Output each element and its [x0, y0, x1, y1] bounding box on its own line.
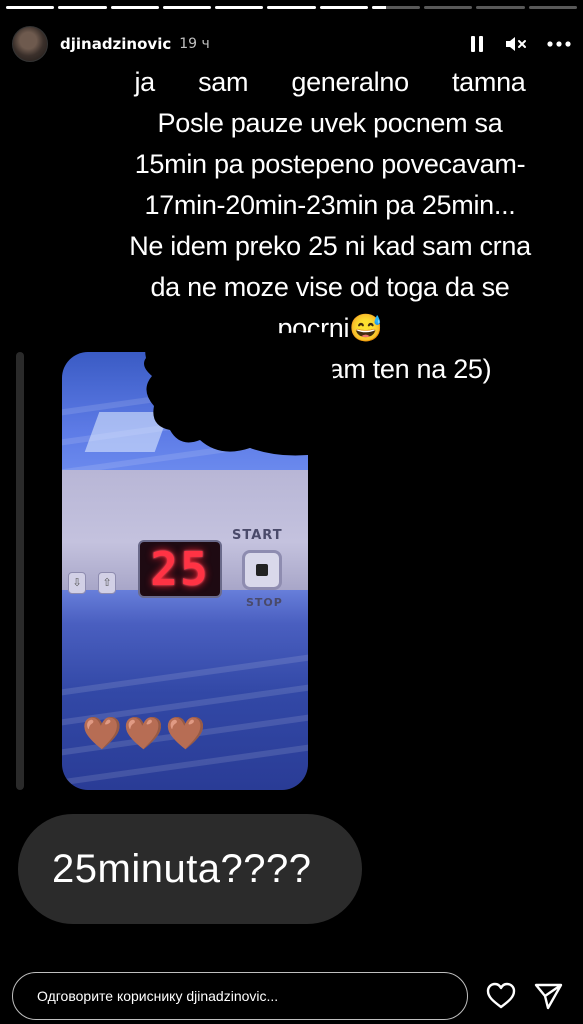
caption-line: Posle pauze uvek pocnem sa: [157, 108, 503, 138]
caption-line: ja sam generalno tamna: [134, 67, 526, 97]
progress-segment: [476, 6, 525, 9]
caption-bubble-sticker: [144, 332, 338, 456]
caption-line: da ne moze vise od toga da se: [150, 272, 510, 302]
message-bubble: 25minuta????: [18, 814, 362, 924]
progress-segment: [58, 6, 107, 9]
caption-line: 17min-20min-23min pa 25min...: [144, 190, 516, 220]
progress-segment: [6, 6, 55, 9]
progress-segment: [215, 6, 264, 9]
timer-display: 25: [138, 540, 222, 598]
brown-heart-icon: 🤎: [165, 714, 206, 752]
progress-segment: [110, 6, 159, 9]
start-button-photo: [242, 550, 282, 590]
like-heart-icon[interactable]: [485, 980, 517, 1012]
brown-heart-icon: 🤎: [82, 714, 122, 752]
more-icon[interactable]: [547, 41, 571, 47]
progress-segment: [162, 6, 212, 9]
down-arrow-button: ⇩: [68, 572, 86, 594]
caption-line: 15min pa postepeno povecavam-: [134, 149, 526, 179]
progress-segment: [528, 6, 577, 9]
reply-input[interactable]: Одговорите кориснику djinadzinovic...: [12, 972, 468, 1020]
story-header: djinadzinovic 19 ч: [12, 22, 571, 66]
send-icon[interactable]: [532, 980, 564, 1012]
brown-heart-icon: 🤎: [123, 714, 164, 752]
progress-segment: [371, 6, 421, 9]
username[interactable]: djinadzinovic: [60, 35, 171, 53]
message-text: 25minuta????: [52, 846, 312, 891]
reply-placeholder: Одговорите кориснику djinadzinovic...: [37, 988, 279, 1004]
avatar[interactable]: [12, 26, 48, 62]
progress-segment: [267, 6, 316, 9]
progress-segment: [424, 6, 473, 9]
start-label: START: [232, 528, 283, 543]
scroll-track: [16, 352, 24, 790]
story-progress-bar: [6, 6, 577, 9]
mute-icon[interactable]: [505, 35, 527, 53]
caption-line: Ne idem preko 25 ni kad sam crna: [129, 231, 531, 261]
stop-label: STOP: [246, 596, 283, 609]
up-arrow-button: ⇧: [98, 572, 116, 594]
post-time: 19 ч: [179, 36, 210, 52]
progress-segment: [319, 6, 368, 9]
pause-icon[interactable]: [469, 35, 485, 53]
heart-emojis: 🤎 🤎 🤎: [82, 714, 206, 752]
